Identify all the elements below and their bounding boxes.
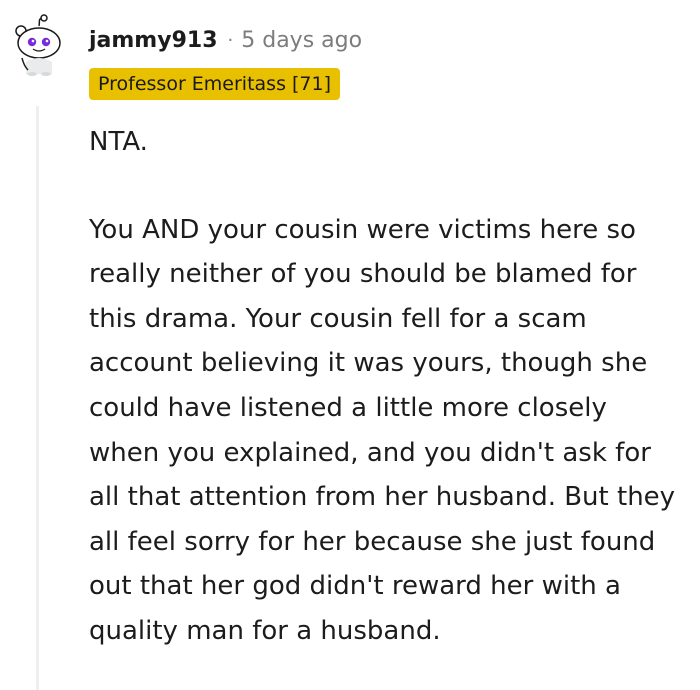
comment-meta: jammy913 · 5 days ago	[89, 24, 362, 56]
user-flair-badge: Professor Emeritass [71]	[89, 68, 341, 100]
comment-paragraph: You AND your cousin were victims here so…	[89, 214, 676, 646]
snoo-avatar-icon[interactable]	[8, 14, 70, 76]
timestamp-link[interactable]: 5 days ago	[241, 28, 362, 53]
comment-body: NTA. You AND your cousin were victims he…	[89, 120, 679, 654]
comment-paragraph: NTA.	[89, 127, 148, 157]
meta-separator: ·	[227, 29, 234, 51]
thread-collapse-line[interactable]	[36, 106, 39, 690]
comment: jammy913 · 5 days ago Professor Emeritas…	[0, 0, 700, 690]
username-link[interactable]: jammy913	[89, 28, 218, 53]
